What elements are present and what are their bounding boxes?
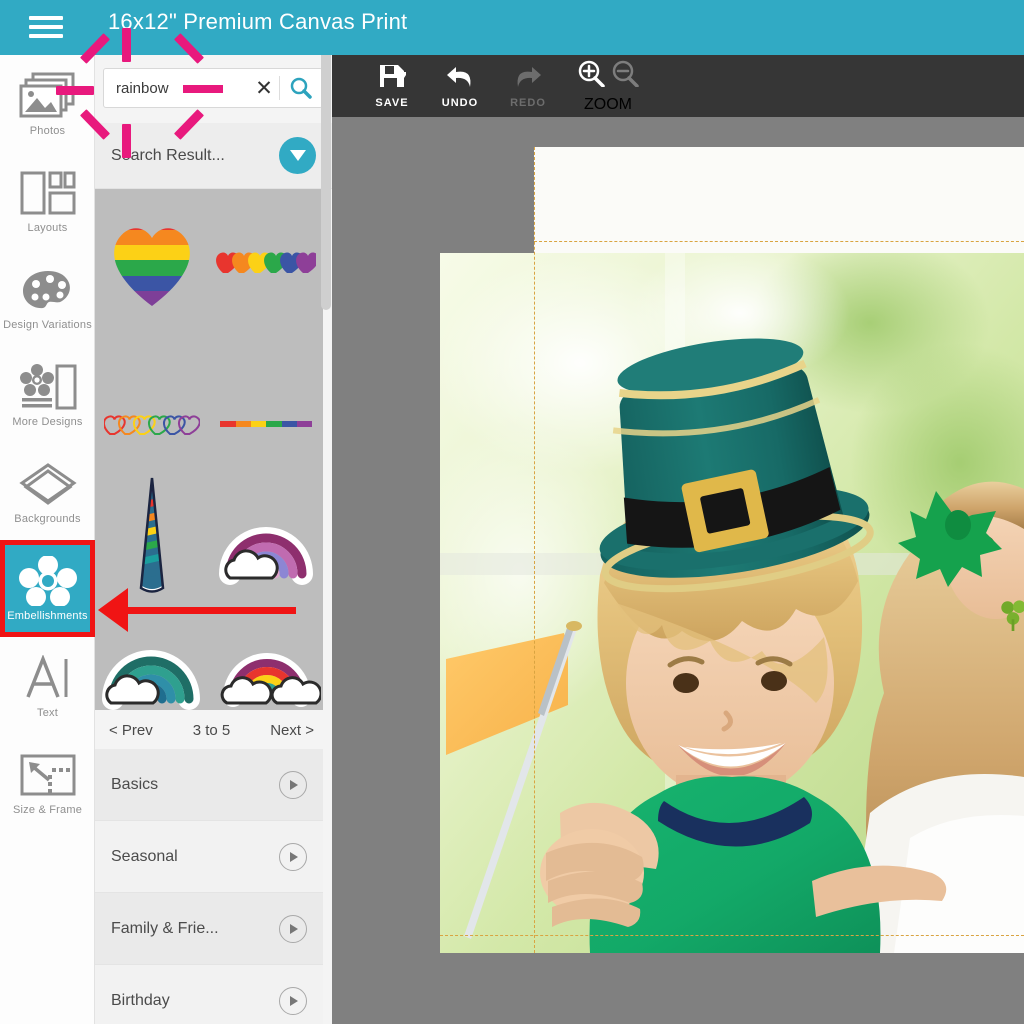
sidebar-item-label: Layouts <box>27 222 68 234</box>
save-button[interactable]: SAVE <box>358 55 426 117</box>
sidebar-item-more-designs[interactable]: More Designs <box>0 346 95 443</box>
flower-icon <box>17 555 79 607</box>
sidebar-item-label: More Designs <box>12 416 83 428</box>
rainbow-purple-cloud-icon <box>219 527 313 585</box>
category-label: Birthday <box>111 991 170 1009</box>
category-item-birthday[interactable]: Birthday <box>95 965 323 1024</box>
floppy-disk-icon <box>378 63 408 94</box>
search-value: rainbow <box>116 79 169 97</box>
canvas-area[interactable] <box>332 117 1024 1024</box>
clear-search-icon[interactable]: ✕ <box>249 76 279 101</box>
sidebar-item-label: Text <box>37 707 58 719</box>
category-list: Basics Seasonal Family & Frie... Birthda… <box>95 749 323 1024</box>
sidebar-item-label: Embellishments <box>7 610 88 622</box>
chevron-right-icon[interactable] <box>279 986 307 1015</box>
canvas-photo[interactable] <box>440 253 1024 953</box>
category-label: Family & Frie... <box>111 919 219 937</box>
page-range-label: 3 to 5 <box>192 721 231 739</box>
category-label: Seasonal <box>111 847 178 865</box>
list-item[interactable] <box>95 469 209 599</box>
size-frame-icon <box>19 749 77 801</box>
undo-button[interactable]: UNDO <box>426 55 494 117</box>
undo-arrow-icon <box>444 63 476 94</box>
redo-label: REDO <box>510 97 546 109</box>
search-input[interactable]: rainbow ✕ <box>103 68 323 108</box>
sidebar-item-label: Size & Frame <box>12 804 83 816</box>
results-pagination: < Prev 3 to 5 Next > <box>95 710 332 750</box>
list-item[interactable] <box>95 189 209 334</box>
search-results-grid <box>95 189 323 710</box>
page-title: 16x12" Premium Canvas Print <box>108 9 408 34</box>
magnifier-plus-icon[interactable] <box>576 59 606 92</box>
sidebar-item-backgrounds[interactable]: Backgrounds <box>0 443 95 540</box>
search-results-title: Search Result... <box>111 146 225 164</box>
embellishments-panel: rainbow ✕ Search Result... < Prev 3 to 5… <box>95 55 332 1024</box>
unicorn-horn-rainbow-icon <box>139 477 165 593</box>
sidebar-item-embellishments[interactable]: Embellishments <box>0 540 95 637</box>
prev-page-button[interactable]: < Prev <box>103 722 159 739</box>
list-item[interactable] <box>209 189 323 334</box>
hamburger-icon[interactable] <box>29 13 63 41</box>
bleed-guide-bottom <box>440 935 1024 936</box>
sidebar-item-size-frame[interactable]: Size & Frame <box>0 734 95 831</box>
category-item-family-friends[interactable]: Family & Frie... <box>95 893 323 965</box>
magnifier-minus-icon[interactable] <box>610 59 640 92</box>
undo-label: UNDO <box>441 97 479 109</box>
sidebar-item-layouts[interactable]: Layouts <box>0 152 95 249</box>
sidebar-item-label: Photos <box>29 125 66 137</box>
search-annotation-dash <box>182 84 223 93</box>
chevron-down-icon[interactable] <box>279 137 316 174</box>
sidebar-item-label: Backgrounds <box>14 513 81 525</box>
backgrounds-icon <box>18 458 78 510</box>
list-item[interactable] <box>95 604 209 714</box>
chevron-right-icon[interactable] <box>279 842 307 871</box>
layouts-icon <box>20 167 76 219</box>
photos-icon <box>19 70 77 122</box>
chevron-right-icon[interactable] <box>279 914 307 943</box>
sidebar-item-text[interactable]: Text <box>0 637 95 734</box>
left-sidebar: Photos Layouts Design Variations More De… <box>0 55 95 1024</box>
sidebar-item-design-variations[interactable]: Design Variations <box>0 249 95 346</box>
redo-button[interactable]: REDO <box>494 55 562 117</box>
magnifier-icon[interactable] <box>280 77 322 99</box>
search-area: rainbow ✕ <box>95 55 332 123</box>
list-item[interactable] <box>95 394 209 454</box>
chevron-right-icon[interactable] <box>279 770 307 799</box>
category-label: Basics <box>111 775 159 793</box>
palette-icon <box>20 264 76 316</box>
rainbow-hearts-row-icon <box>216 252 316 273</box>
category-item-seasonal[interactable]: Seasonal <box>95 821 323 893</box>
redo-arrow-icon <box>512 63 544 94</box>
save-label: SAVE <box>375 97 409 109</box>
search-results-header[interactable]: Search Result... <box>95 123 332 189</box>
sidebar-item-photos[interactable]: Photos <box>0 55 95 152</box>
app-root: SAVE UNDO REDO ZOOM rainbow ✕ Search Res… <box>0 0 1024 1024</box>
bleed-guide-vertical <box>534 147 535 953</box>
list-item[interactable] <box>209 604 323 714</box>
category-item-basics[interactable]: Basics <box>95 749 323 821</box>
list-item[interactable] <box>209 469 323 599</box>
text-icon <box>23 652 73 704</box>
app-header: 16x12" Premium Canvas Print <box>0 0 1024 55</box>
zoom-label: ZOOM <box>584 95 632 113</box>
rainbow-heart-striped-icon <box>114 227 190 306</box>
rainbow-teal-cloud-icon <box>102 650 200 710</box>
rainbow-multicolor-clouds-icon <box>220 653 321 707</box>
list-item[interactable] <box>209 394 323 454</box>
zoom-group: ZOOM <box>576 55 640 117</box>
more-designs-icon <box>19 361 77 413</box>
editor-toolbar: SAVE UNDO REDO ZOOM <box>332 55 1024 117</box>
sidebar-item-label: Design Variations <box>3 319 92 331</box>
next-page-button[interactable]: Next > <box>264 722 320 739</box>
rainbow-gradient-bar-icon <box>220 421 312 427</box>
bleed-guide-top <box>534 241 1024 242</box>
rainbow-hearts-outline-icon <box>104 415 200 435</box>
